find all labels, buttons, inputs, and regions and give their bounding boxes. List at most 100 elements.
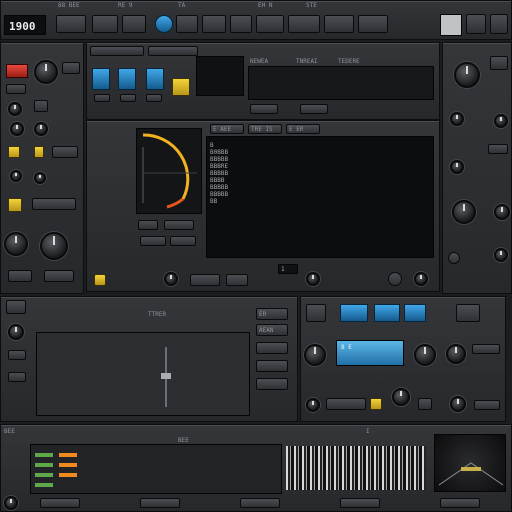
fx-button-5[interactable] xyxy=(418,398,432,410)
fx-knob-2[interactable] xyxy=(414,344,436,366)
tool-button-8[interactable] xyxy=(288,15,320,33)
mixer-side-button-3[interactable] xyxy=(8,372,26,382)
pad-small-3[interactable] xyxy=(146,94,162,102)
left-button-7[interactable] xyxy=(44,270,74,282)
mixer-button-2[interactable]: AEAN xyxy=(256,324,288,336)
gauge-button-4[interactable] xyxy=(170,236,196,246)
right-knob-7[interactable] xyxy=(494,248,508,262)
fx-button-4[interactable] xyxy=(326,398,366,410)
editor-row[interactable]: B0BBB xyxy=(210,149,270,156)
play-button[interactable] xyxy=(94,274,106,286)
mixer-side-button-2[interactable] xyxy=(8,350,26,360)
pad-small-2[interactable] xyxy=(120,94,136,102)
fx-button-3[interactable] xyxy=(472,344,500,354)
bottom-button-2[interactable] xyxy=(140,498,180,508)
clip-orange-1[interactable] xyxy=(59,453,77,457)
left-knob-small-5[interactable] xyxy=(34,172,46,184)
editor-row[interactable]: B xyxy=(210,142,270,149)
transport-knob-1[interactable] xyxy=(164,272,178,286)
left-button-4[interactable] xyxy=(52,146,78,158)
fx-knob-3[interactable] xyxy=(446,344,466,364)
gauge-button-1[interactable] xyxy=(138,220,158,230)
right-knob-3[interactable] xyxy=(494,114,508,128)
fx-pad-3[interactable] xyxy=(404,304,426,322)
right-knob-1[interactable] xyxy=(454,62,480,88)
right-button-2[interactable] xyxy=(488,144,508,154)
gauge-button-2[interactable] xyxy=(164,220,194,230)
right-knob-5[interactable] xyxy=(452,200,476,224)
fx-pad-1[interactable] xyxy=(340,304,368,322)
editor-row[interactable]: BBBBB xyxy=(210,156,270,163)
fx-knob-5[interactable] xyxy=(392,388,410,406)
transport-button-1[interactable] xyxy=(190,274,220,286)
left-button-5[interactable] xyxy=(32,198,76,210)
clip-green-2[interactable] xyxy=(35,463,53,467)
pad-1[interactable] xyxy=(92,68,110,90)
right-button-3[interactable] xyxy=(448,252,460,264)
tool-button-5[interactable] xyxy=(202,15,226,33)
pad-2[interactable] xyxy=(118,68,136,90)
bottom-button-1[interactable] xyxy=(40,498,80,508)
mixer-side-knob[interactable] xyxy=(8,324,24,340)
tool-button-3[interactable] xyxy=(122,15,146,33)
fx-knob-6[interactable] xyxy=(450,396,466,412)
transport-knob-2[interactable] xyxy=(306,272,320,286)
editor-row[interactable]: BBBRE xyxy=(210,163,270,170)
clip-green-3[interactable] xyxy=(35,473,53,477)
pad-panel-button-a[interactable] xyxy=(250,104,278,114)
pad-panel-tab-1[interactable] xyxy=(90,46,144,56)
top-right-button-2[interactable] xyxy=(490,14,508,34)
left-knob-small-3[interactable] xyxy=(34,122,48,136)
tool-button-9[interactable] xyxy=(324,15,354,33)
right-knob-4[interactable] xyxy=(450,160,464,174)
left-knob-large-2[interactable] xyxy=(40,232,68,260)
record-arm-button[interactable] xyxy=(155,15,173,33)
fader-cap[interactable] xyxy=(161,373,171,379)
editor-row[interactable]: BBBBB xyxy=(210,170,270,177)
fx-pad-2[interactable] xyxy=(374,304,400,322)
right-knob-2[interactable] xyxy=(450,112,464,126)
left-button-6[interactable] xyxy=(8,270,32,282)
tool-button-7[interactable] xyxy=(256,15,284,33)
editor-tab-2[interactable]: TRE IS xyxy=(248,124,282,134)
mixer-button-1[interactable]: ER xyxy=(256,308,288,320)
transport-button-2[interactable] xyxy=(226,274,248,286)
left-knob-top[interactable] xyxy=(34,60,58,84)
clip-orange-2[interactable] xyxy=(59,463,77,467)
fx-button-6[interactable] xyxy=(474,400,500,410)
tool-button-10[interactable] xyxy=(358,15,388,33)
left-button-2[interactable] xyxy=(6,84,26,94)
right-button-1[interactable] xyxy=(490,56,508,70)
fx-knob-4[interactable] xyxy=(306,398,320,412)
pad-3[interactable] xyxy=(146,68,164,90)
transport-knob-3[interactable] xyxy=(414,272,428,286)
fx-yellow-button[interactable] xyxy=(370,398,382,410)
left-knob-small-4[interactable] xyxy=(10,170,22,182)
fx-button-2[interactable] xyxy=(456,304,480,322)
gauge-button-3[interactable] xyxy=(140,236,166,246)
editor-row[interactable]: BB xyxy=(210,198,270,205)
bottom-knob[interactable] xyxy=(4,496,18,510)
left-knob-small-2[interactable] xyxy=(10,122,24,136)
clip-green-4[interactable] xyxy=(35,483,53,487)
clip-orange-3[interactable] xyxy=(59,473,77,477)
pad-panel-tab-2[interactable] xyxy=(148,46,198,56)
mixer-button-3[interactable] xyxy=(256,342,288,354)
mixer-button-4[interactable] xyxy=(256,360,288,372)
tool-button-4[interactable] xyxy=(176,15,198,33)
left-button-1[interactable] xyxy=(62,62,80,74)
tool-button-6[interactable] xyxy=(230,15,252,33)
bottom-button-5[interactable] xyxy=(440,498,480,508)
bottom-button-3[interactable] xyxy=(240,498,280,508)
right-knob-6[interactable] xyxy=(494,204,510,220)
mixer-button-5[interactable] xyxy=(256,378,288,390)
clip-green-1[interactable] xyxy=(35,453,53,457)
pad-panel-button-b[interactable] xyxy=(300,104,328,114)
mixer-side-button-1[interactable] xyxy=(6,300,26,314)
left-knob-small-1[interactable] xyxy=(8,102,22,116)
tool-button-2[interactable] xyxy=(92,15,118,33)
waveform-strip[interactable] xyxy=(286,446,426,490)
pad-small-1[interactable] xyxy=(94,94,110,102)
fx-knob-1[interactable] xyxy=(304,344,326,366)
editor-row[interactable]: BBBBB xyxy=(210,191,270,198)
